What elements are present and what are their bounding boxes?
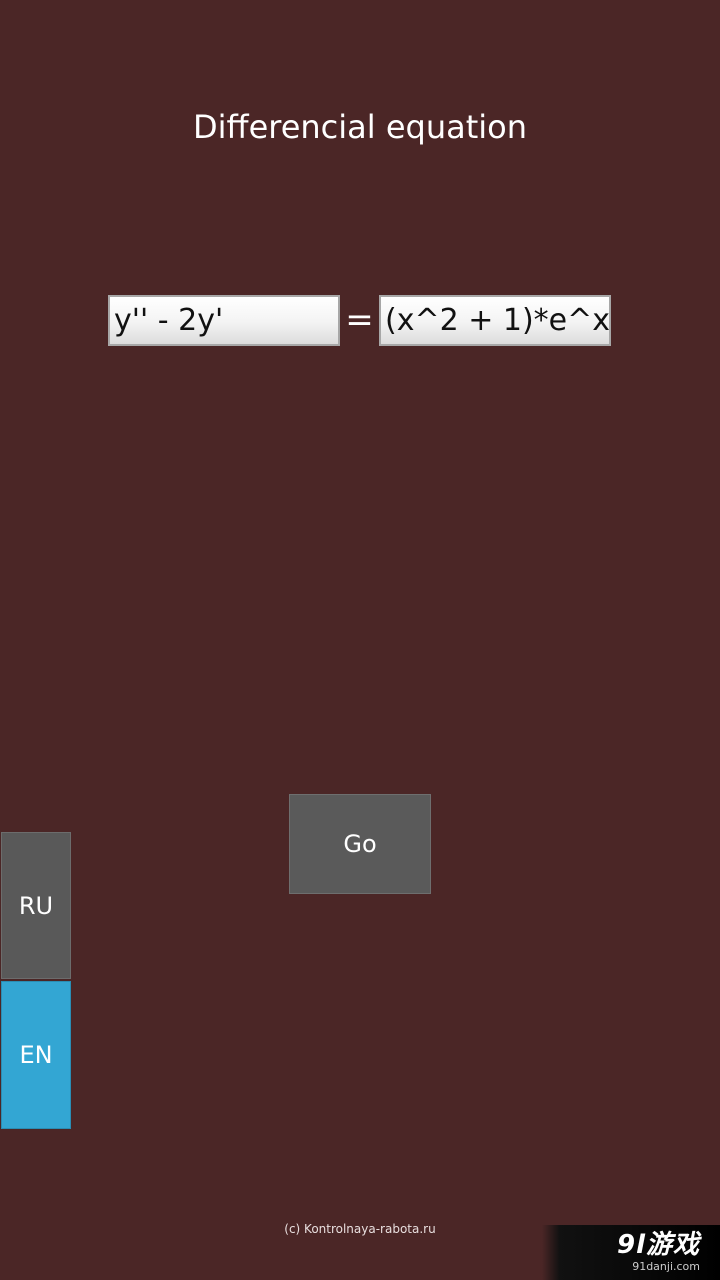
language-ru-button[interactable]: RU (1, 832, 71, 979)
equation-left-input[interactable] (108, 295, 340, 346)
language-en-button[interactable]: EN (1, 981, 71, 1129)
watermark-badge: 9l游戏 91danji.com (542, 1225, 720, 1280)
page-title: Differencial equation (192, 108, 528, 146)
language-en-label: EN (19, 1041, 53, 1069)
go-button[interactable]: Go (289, 794, 431, 894)
watermark-url: 91danji.com (632, 1260, 700, 1273)
equals-sign: = (345, 300, 374, 340)
go-button-label: Go (343, 830, 377, 858)
equation-right-input[interactable] (379, 295, 611, 346)
language-ru-label: RU (18, 891, 54, 920)
watermark-logo: 9l游戏 (616, 1230, 700, 1260)
